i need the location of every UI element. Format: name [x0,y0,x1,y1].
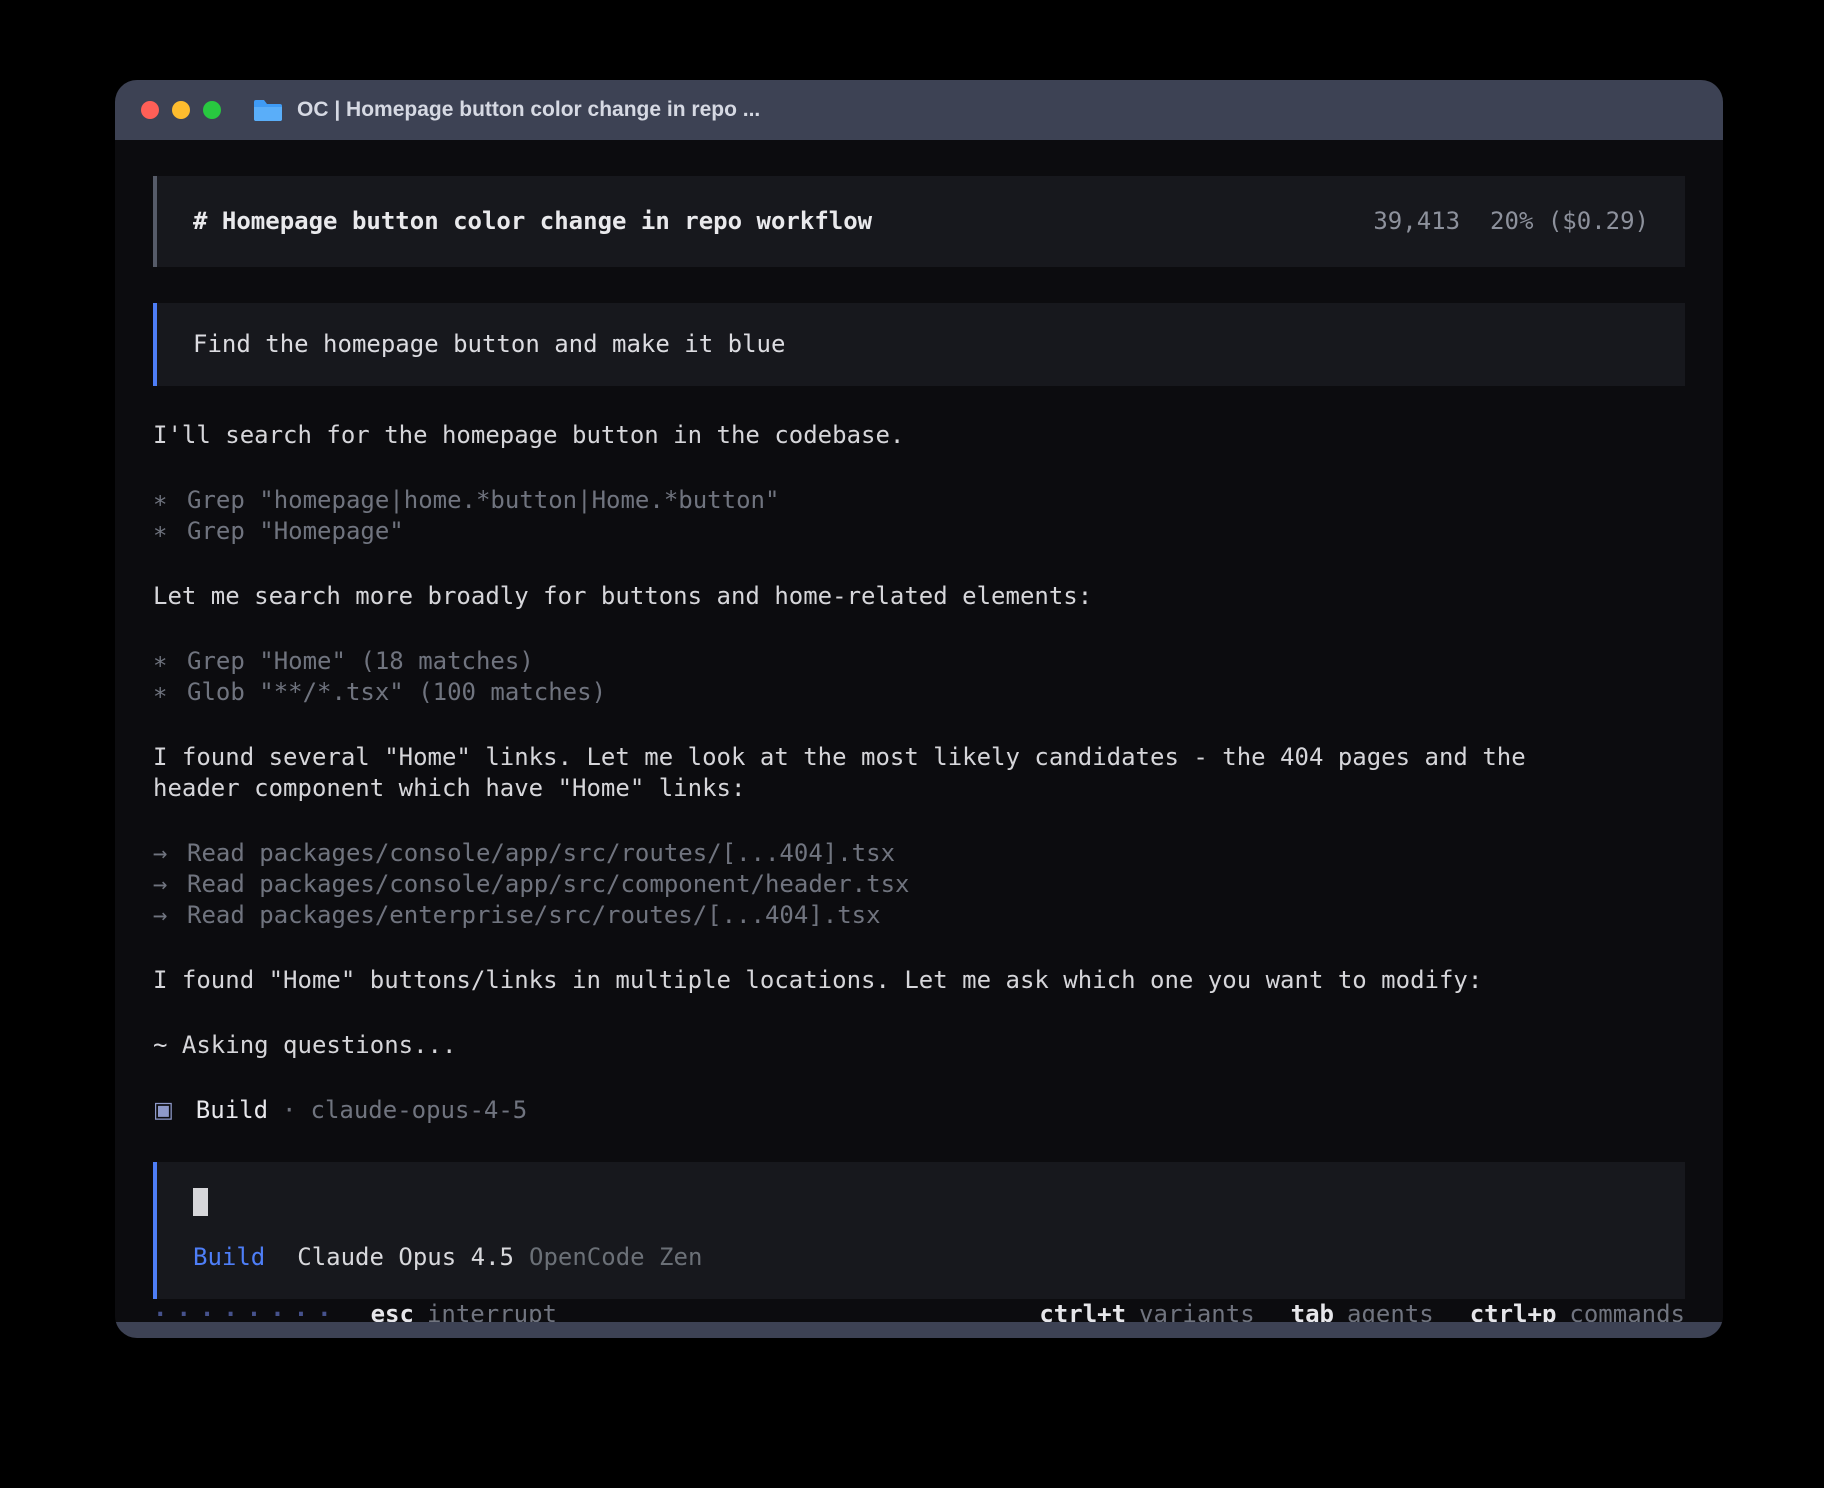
window-title: OC | Homepage button color change in rep… [297,98,760,122]
variants-label: variants [1139,1299,1255,1322]
terminal-content: # Homepage button color change in repo w… [115,140,1723,1322]
tool-call-text: Read packages/console/app/src/routes/[..… [187,839,895,867]
grep-tool-icon: ∗ [153,646,187,677]
traffic-lights [141,101,221,119]
minimize-button[interactable] [172,101,190,119]
glob-tool-icon: ∗ [153,677,187,708]
assistant-paragraph: I'll search for the homepage button in t… [153,420,1573,451]
shortcut-agents: tab agents [1291,1299,1434,1322]
tool-call-text: Grep "homepage|home.*button|Home.*button… [187,486,779,514]
tool-call-line: ∗Grep "homepage|home.*button|Home.*butto… [153,485,1685,516]
context-cost: 20% ($0.29) [1490,206,1649,237]
commands-label: commands [1569,1299,1685,1322]
prompt-input[interactable]: Build Claude Opus 4.5 OpenCode Zen [153,1162,1685,1299]
agent-status-line: ▣ Build · claude-opus-4-5 [153,1095,1685,1126]
tool-call-line: ∗Grep "Homepage" [153,516,1685,547]
session-stats: 39,413 20% ($0.29) [1373,206,1649,237]
grep-tool-icon: ∗ [153,516,187,547]
terminal-window: OC | Homepage button color change in rep… [115,80,1723,1338]
input-meta-row: Build Claude Opus 4.5 OpenCode Zen [193,1242,1649,1273]
agent-square-icon: ▣ [153,1095,174,1126]
ctrl-t-key: ctrl+t [1039,1299,1126,1322]
spinner-dots-icon: ········ [153,1299,341,1322]
read-arrow-icon: → [153,869,187,900]
shortcut-variants: ctrl+t variants [1039,1299,1254,1322]
shortcut-group: ctrl+t variants tab agents ctrl+p comman… [1039,1299,1685,1322]
mode-label[interactable]: Build [193,1242,265,1273]
session-header: # Homepage button color change in repo w… [153,176,1685,267]
grep-tool-icon: ∗ [153,485,187,516]
text-cursor [193,1188,208,1216]
assistant-transcript: I'll search for the homepage button in t… [153,386,1685,1126]
zoom-button[interactable] [203,101,221,119]
shortcut-commands: ctrl+p commands [1470,1299,1685,1322]
tool-call-text: Grep "Homepage" [187,517,404,545]
token-count: 39,413 [1373,206,1460,237]
ctrl-p-key: ctrl+p [1470,1299,1557,1322]
tool-call-text: Glob "**/*.tsx" (100 matches) [187,678,606,706]
agent-model: claude-opus-4-5 [311,1095,528,1126]
tool-call-line: →Read packages/console/app/src/component… [153,869,1685,900]
tool-call-text: Read packages/enterprise/src/routes/[...… [187,901,881,929]
shortcut-interrupt: esc interrupt [371,1299,557,1322]
tool-call-line: →Read packages/enterprise/src/routes/[..… [153,900,1685,931]
read-arrow-icon: → [153,900,187,931]
session-title: # Homepage button color change in repo w… [193,206,872,237]
window-titlebar[interactable]: OC | Homepage button color change in rep… [115,80,1723,140]
assistant-status-text: ~ Asking questions... [153,1030,1573,1061]
tool-call-line: ∗Glob "**/*.tsx" (100 matches) [153,677,1685,708]
read-arrow-icon: → [153,838,187,869]
tool-call-text: Grep "Home" (18 matches) [187,647,534,675]
agents-label: agents [1347,1299,1434,1322]
assistant-paragraph: Let me search more broadly for buttons a… [153,581,1573,612]
tool-call-line: ∗Grep "Home" (18 matches) [153,646,1685,677]
agent-separator: · [282,1095,296,1126]
assistant-paragraph: I found "Home" buttons/links in multiple… [153,965,1573,996]
tab-key: tab [1291,1299,1334,1322]
tool-call-line: →Read packages/console/app/src/routes/[.… [153,838,1685,869]
assistant-paragraph: I found several "Home" links. Let me loo… [153,742,1573,804]
user-message: Find the homepage button and make it blu… [153,303,1685,386]
status-bar: ········ esc interrupt ctrl+t variants t… [153,1299,1685,1322]
folder-icon [253,98,283,122]
esc-label: interrupt [427,1299,557,1322]
window-bottom-edge [115,1322,1723,1338]
user-message-text: Find the homepage button and make it blu… [193,330,785,358]
tool-call-text: Read packages/console/app/src/component/… [187,870,909,898]
esc-key: esc [371,1299,414,1322]
model-label[interactable]: Claude Opus 4.5 [297,1242,514,1273]
close-button[interactable] [141,101,159,119]
agent-name: Build [196,1095,268,1126]
provider-label: OpenCode Zen [529,1242,702,1273]
